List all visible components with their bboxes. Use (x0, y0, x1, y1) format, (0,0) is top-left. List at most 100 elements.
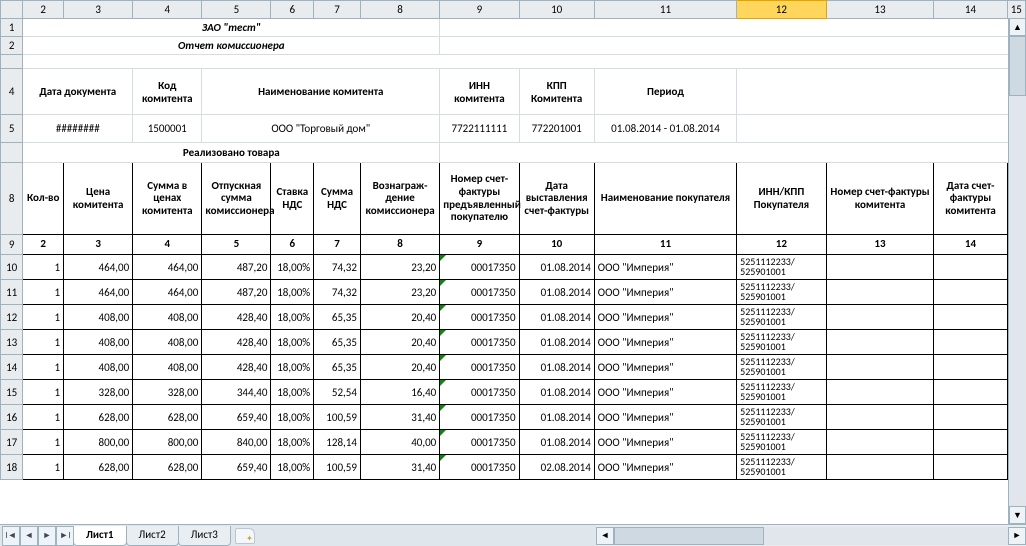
cell-vat[interactable]: 100,59 (314, 455, 361, 480)
cell-inv[interactable]: 00017350 (440, 380, 519, 405)
cell-buyer[interactable]: ООО "Империя" (594, 305, 736, 330)
cell-sum[interactable]: 628,00 (133, 455, 202, 480)
col-header[interactable]: 5 (202, 1, 271, 19)
row-header[interactable]: 13 (1, 330, 23, 355)
cell-rel[interactable]: 659,40 (202, 405, 271, 430)
col-header[interactable]: 13 (826, 1, 934, 19)
col-header[interactable]: 8 (360, 1, 439, 19)
cell-qty[interactable]: 1 (23, 255, 64, 280)
cell-inv[interactable]: 00017350 (440, 430, 519, 455)
cell-qty[interactable]: 1 (23, 380, 64, 405)
cell-date-kom[interactable] (934, 380, 1007, 405)
cell-rel[interactable]: 840,00 (202, 430, 271, 455)
scroll-thumb[interactable] (1009, 36, 1026, 96)
cell-fee[interactable]: 20,40 (360, 330, 439, 355)
cell-rate[interactable]: 18,00% (271, 380, 314, 405)
cell-fee[interactable]: 23,20 (360, 280, 439, 305)
row-header[interactable] (1, 55, 23, 69)
row-header[interactable]: 18 (1, 455, 23, 480)
tab-nav-last-icon[interactable]: ►I (56, 526, 74, 546)
cell-date[interactable]: 01.08.2014 (519, 330, 594, 355)
value-kpp[interactable]: 772201001 (519, 115, 594, 143)
cell-date-kom[interactable] (934, 455, 1007, 480)
scroll-thumb[interactable] (614, 527, 764, 545)
cell-qty[interactable]: 1 (23, 330, 64, 355)
cell-inv-kom[interactable] (826, 380, 934, 405)
cell-rel[interactable]: 487,20 (202, 280, 271, 305)
cell-buyer[interactable]: ООО "Империя" (594, 330, 736, 355)
cell-qty[interactable]: 1 (23, 430, 64, 455)
col-header[interactable]: 3 (64, 1, 133, 19)
cell-date-kom[interactable] (934, 430, 1007, 455)
cell-date[interactable]: 01.08.2014 (519, 255, 594, 280)
cell-innkpp[interactable]: 5251112233/ 525901001 (737, 280, 826, 305)
cell-vat[interactable]: 128,14 (314, 430, 361, 455)
col-header[interactable]: 14 (934, 1, 1007, 19)
col-header[interactable]: 15 (1007, 1, 1025, 19)
row-header[interactable]: 8 (1, 163, 23, 235)
value-kom-name[interactable]: ООО "Торговый дом" (202, 115, 440, 143)
cell-sum[interactable]: 464,00 (133, 255, 202, 280)
cell-vat[interactable]: 74,32 (314, 280, 361, 305)
cell-vat[interactable]: 65,35 (314, 305, 361, 330)
col-header-active[interactable]: 12 (737, 1, 826, 19)
tab-nav-prev-icon[interactable]: ◄ (20, 526, 38, 546)
cell-innkpp[interactable]: 5251112233/ 525901001 (737, 380, 826, 405)
select-all-corner[interactable] (1, 1, 23, 19)
cell-inv[interactable]: 00017350 (440, 255, 519, 280)
cell-rel[interactable]: 344,40 (202, 380, 271, 405)
cell-rate[interactable]: 18,00% (271, 355, 314, 380)
cell-price[interactable]: 408,00 (64, 305, 133, 330)
vertical-scrollbar[interactable]: ▲ ▼ (1008, 18, 1026, 524)
col-header[interactable]: 2 (23, 1, 64, 19)
cell-sum[interactable]: 800,00 (133, 430, 202, 455)
cell-buyer[interactable]: ООО "Империя" (594, 455, 736, 480)
cell-inv-kom[interactable] (826, 430, 934, 455)
scroll-up-icon[interactable]: ▲ (1009, 18, 1026, 36)
cell-date[interactable]: 01.08.2014 (519, 280, 594, 305)
cell-price[interactable]: 628,00 (64, 455, 133, 480)
cell-inv-kom[interactable] (826, 330, 934, 355)
cell-vat[interactable]: 65,35 (314, 330, 361, 355)
cell-qty[interactable]: 1 (23, 280, 64, 305)
sheet-tab[interactable]: Лист2 (126, 526, 179, 546)
cell-innkpp[interactable]: 5251112233/ 525901001 (737, 455, 826, 480)
cell-rate[interactable]: 18,00% (271, 455, 314, 480)
cell-buyer[interactable]: ООО "Империя" (594, 430, 736, 455)
col-header[interactable]: 10 (519, 1, 594, 19)
cell-date-kom[interactable] (934, 330, 1007, 355)
cell-qty[interactable]: 1 (23, 305, 64, 330)
scroll-down-icon[interactable]: ▼ (1009, 506, 1026, 524)
value-inn[interactable]: 7722111111 (440, 115, 519, 143)
row-header[interactable]: 10 (1, 255, 23, 280)
cell-innkpp[interactable]: 5251112233/ 525901001 (737, 405, 826, 430)
cell-innkpp[interactable]: 5251112233/ 525901001 (737, 330, 826, 355)
cell-price[interactable]: 328,00 (64, 380, 133, 405)
cell-sum[interactable]: 408,00 (133, 330, 202, 355)
cell-inv[interactable]: 00017350 (440, 405, 519, 430)
cell-price[interactable]: 628,00 (64, 405, 133, 430)
scroll-right-icon[interactable]: ► (1008, 527, 1026, 545)
cell-rate[interactable]: 18,00% (271, 405, 314, 430)
spreadsheet-grid[interactable]: 2 3 4 5 6 7 8 9 10 11 12 13 14 15 1 ЗАО … (0, 0, 1026, 480)
cell-inv-kom[interactable] (826, 355, 934, 380)
cell-sum[interactable]: 628,00 (133, 405, 202, 430)
cell-date-kom[interactable] (934, 255, 1007, 280)
cell-qty[interactable]: 1 (23, 455, 64, 480)
cell-inv[interactable]: 00017350 (440, 330, 519, 355)
cell-sum[interactable]: 408,00 (133, 355, 202, 380)
cell-rate[interactable]: 18,00% (271, 280, 314, 305)
value-period[interactable]: 01.08.2014 - 01.08.2014 (594, 115, 736, 143)
cell-inv-kom[interactable] (826, 455, 934, 480)
row-header[interactable]: 2 (1, 37, 23, 55)
row-header[interactable]: 16 (1, 405, 23, 430)
cell-buyer[interactable]: ООО "Империя" (594, 255, 736, 280)
sheet-tab[interactable]: Лист1 (73, 526, 127, 546)
cell-sum[interactable]: 408,00 (133, 305, 202, 330)
cell-date[interactable]: 01.08.2014 (519, 405, 594, 430)
cell-innkpp[interactable]: 5251112233/ 525901001 (737, 255, 826, 280)
cell-rate[interactable]: 18,00% (271, 330, 314, 355)
cell-rel[interactable]: 428,40 (202, 305, 271, 330)
cell-vat[interactable]: 65,35 (314, 355, 361, 380)
cell-rel[interactable]: 428,40 (202, 330, 271, 355)
